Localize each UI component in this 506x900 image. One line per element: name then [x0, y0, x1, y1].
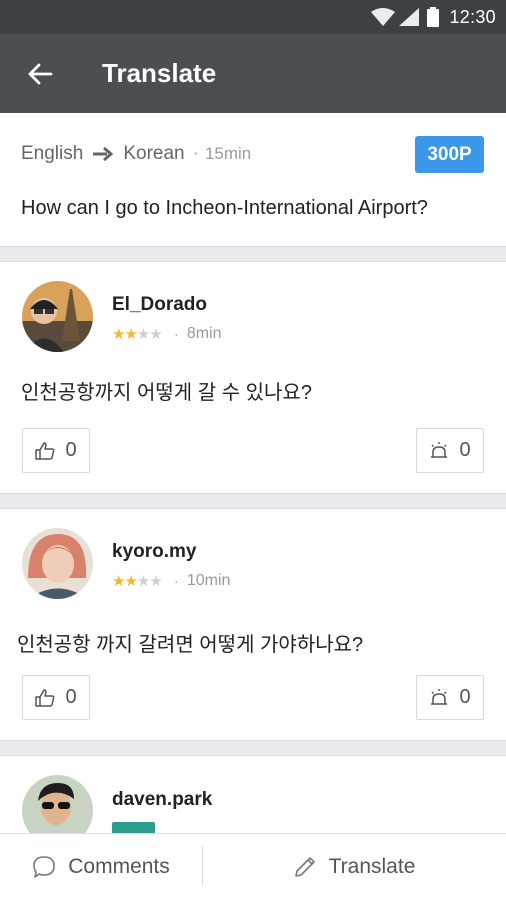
translate-button[interactable]: Translate — [202, 834, 506, 900]
question-card — [0, 113, 506, 247]
like-button[interactable]: 0 — [22, 675, 90, 720]
arrow-right-icon — [93, 147, 114, 161]
thumbs-up-icon — [35, 688, 55, 707]
translate-label: Translate — [328, 855, 416, 878]
status-bar: 12:30 — [0, 0, 506, 34]
arrow-left-icon — [28, 63, 53, 84]
signal-icon — [399, 8, 420, 26]
username[interactable]: El_Dorado — [112, 294, 207, 316]
question-text: How can I go to Incheon-International Ai… — [21, 197, 428, 219]
user-rating: ★★ ★★ · 8min — [112, 325, 222, 343]
report-count: 0 — [459, 686, 471, 708]
answer-time: 10min — [186, 572, 231, 589]
star-icon: ★★ — [112, 326, 138, 343]
app-bar: Translate — [0, 34, 506, 113]
source-language: English — [21, 143, 84, 164]
username[interactable]: kyoro.my — [112, 541, 196, 563]
separator-dot: · — [192, 143, 199, 164]
star-empty-icon: ★★ — [136, 326, 163, 343]
like-count: 0 — [65, 686, 77, 708]
comments-button[interactable]: Comments — [0, 834, 202, 900]
bottom-bar: Comments Translate — [0, 833, 506, 900]
language-pair: English Korean · 15min — [21, 143, 251, 165]
like-count: 0 — [65, 439, 77, 461]
comments-label: Comments — [68, 855, 170, 878]
like-button[interactable]: 0 — [22, 428, 90, 473]
user-rating: ★★ ★★ · 10min — [112, 572, 231, 590]
comment-bubble-icon — [33, 856, 56, 878]
avatar[interactable] — [22, 281, 93, 352]
thumbs-up-icon — [35, 441, 55, 460]
page-title: Translate — [102, 58, 217, 88]
pencil-icon — [294, 857, 315, 877]
wifi-icon — [371, 8, 396, 26]
question-time: 15min — [204, 144, 252, 163]
answer-time: 8min — [186, 325, 222, 342]
points-badge: 300P — [415, 136, 484, 173]
username[interactable]: daven.park — [112, 789, 212, 811]
answer-text: 인천공항까지 어떻게 갈 수 있나요? — [21, 382, 312, 404]
bottom-divider — [202, 846, 203, 886]
report-button[interactable]: 0 — [416, 428, 484, 473]
siren-icon — [431, 688, 448, 705]
back-button[interactable] — [0, 34, 80, 113]
star-empty-icon: ★★ — [136, 573, 163, 590]
status-time: 12:30 — [449, 6, 496, 27]
target-language: Korean — [123, 143, 185, 164]
battery-icon — [427, 7, 440, 27]
avatar[interactable] — [22, 528, 93, 599]
report-count: 0 — [459, 439, 471, 461]
siren-icon — [431, 441, 448, 458]
answer-text: 인천공항 까지 갈려면 어떻게 가야하나요? — [17, 634, 364, 656]
report-button[interactable]: 0 — [416, 675, 484, 720]
star-icon: ★★ — [112, 573, 138, 590]
